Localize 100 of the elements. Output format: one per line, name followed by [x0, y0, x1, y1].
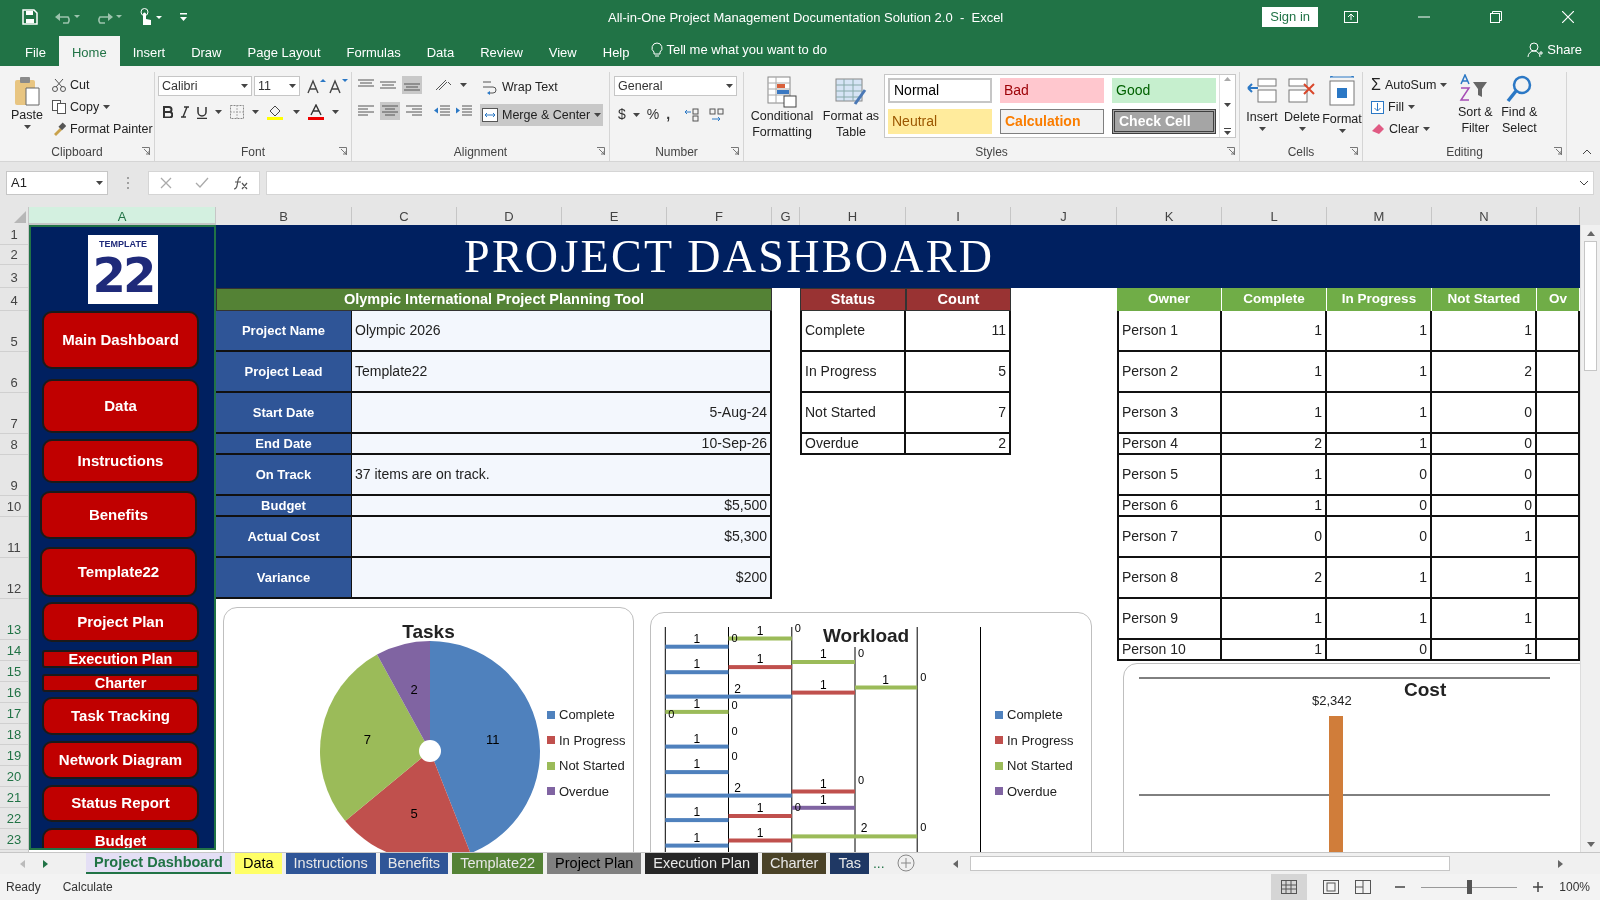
font-name-field[interactable]: Calibri [158, 76, 252, 96]
row-header[interactable]: 17 [0, 703, 28, 724]
wrap-text-button[interactable]: Wrap Text [502, 77, 558, 97]
row-header[interactable]: 20 [0, 766, 28, 787]
font-color-icon[interactable] [308, 104, 324, 120]
comma-button[interactable]: , [666, 104, 671, 125]
decrease-indent-icon[interactable] [434, 104, 450, 118]
sheet-tab[interactable]: Project Plan [547, 853, 642, 874]
row-header[interactable]: 15 [0, 661, 28, 682]
row-header[interactable]: 11 [0, 517, 28, 558]
dialog-launcher-icon[interactable] [1227, 147, 1235, 155]
zoom-level[interactable]: 100% [1559, 878, 1590, 896]
row-header[interactable]: 18 [0, 724, 28, 745]
row-header[interactable]: 16 [0, 682, 28, 703]
row-header[interactable]: 1 [0, 225, 28, 245]
row-header[interactable]: 12 [0, 558, 28, 599]
ribbon-button[interactable]: Delete [1284, 76, 1320, 143]
row-header[interactable]: 9 [0, 455, 28, 496]
gallery-more-icon[interactable] [1224, 128, 1231, 135]
dialog-launcher-icon[interactable] [597, 147, 605, 155]
sheet-tab[interactable]: Execution Plan [645, 853, 758, 874]
nav-button[interactable]: Charter [42, 674, 199, 692]
save-icon[interactable] [22, 9, 38, 25]
dialog-launcher-icon[interactable] [1554, 147, 1562, 155]
conditional-formatting-button[interactable]: Conditional Formatting [744, 108, 820, 140]
sort-filter-button[interactable]: Sort & Filter [1453, 104, 1498, 136]
autosum-button[interactable]: AutoSum [1384, 76, 1437, 95]
increase-font-icon[interactable] [306, 78, 326, 94]
insert-function-icon[interactable] [231, 175, 248, 191]
tell-me-field[interactable]: Tell me what you want to do [666, 39, 827, 60]
scroll-left-icon[interactable] [952, 859, 958, 868]
scroll-up-icon[interactable] [1586, 230, 1595, 236]
undo-icon[interactable] [54, 10, 80, 24]
cancel-icon[interactable] [160, 177, 173, 189]
cell-style-tile[interactable]: Normal [888, 78, 992, 103]
ribbon-button[interactable]: Format [1324, 76, 1360, 143]
sheet-tab[interactable]: Template22 [452, 853, 544, 874]
customize-toolbar-icon[interactable] [180, 13, 188, 21]
middle-align-icon[interactable] [380, 78, 396, 92]
find-select-button[interactable]: Find & Select [1497, 104, 1542, 136]
formula-input[interactable] [266, 171, 1594, 195]
ribbon-tab[interactable]: Data [413, 36, 468, 66]
row-header[interactable]: 4 [0, 288, 28, 311]
ribbon-tab[interactable]: Page Layout [234, 36, 334, 66]
normal-view-button[interactable] [1271, 874, 1308, 900]
horizontal-scrollbar[interactable] [969, 856, 1450, 871]
page-layout-icon[interactable] [1323, 880, 1340, 894]
row-header[interactable]: 13 [0, 599, 28, 640]
sheet-tab[interactable]: Project Dashboard [86, 853, 231, 874]
currency-button[interactable]: $ [618, 104, 626, 125]
dialog-launcher-icon[interactable] [731, 147, 739, 155]
nav-button[interactable]: Task Tracking [42, 697, 199, 735]
conditional-formatting-icon[interactable] [767, 76, 797, 108]
expand-icon[interactable] [1579, 180, 1589, 186]
align-right-icon[interactable] [406, 104, 422, 118]
sheet-tab[interactable]: Tas [830, 853, 869, 874]
format-painter-button[interactable]: Format Painter [70, 119, 153, 139]
fill-button[interactable]: Fill [1388, 97, 1404, 117]
nav-button[interactable]: Status Report [42, 785, 199, 822]
increase-decimal-icon[interactable] [683, 106, 702, 123]
nav-button[interactable]: Project Plan [42, 602, 199, 642]
nav-button[interactable]: Execution Plan [42, 650, 199, 668]
scissors-icon[interactable] [52, 78, 66, 93]
borders-icon[interactable] [230, 105, 244, 119]
ribbon-tab[interactable]: View [535, 36, 590, 66]
scroll-right-icon[interactable] [1557, 859, 1563, 868]
cell-style-tile[interactable]: Neutral [888, 109, 992, 134]
scroll-down-icon[interactable] [1586, 841, 1595, 847]
redo-icon[interactable] [96, 10, 122, 24]
ribbon-button[interactable]: Insert [1244, 76, 1280, 143]
scroll-up-icon[interactable] [1224, 77, 1231, 81]
more-sheets-button[interactable]: ... [868, 853, 889, 874]
wrap-text-icon[interactable] [482, 79, 498, 95]
ribbon-tab[interactable]: Help [589, 36, 643, 66]
font-size-field[interactable]: 11 [254, 76, 300, 96]
ribbon-tab[interactable]: File [12, 36, 59, 66]
nav-button[interactable]: Template22 [40, 547, 197, 597]
ribbon-display-icon[interactable] [1344, 11, 1358, 23]
number-format-field[interactable]: General [614, 76, 737, 96]
nav-button[interactable]: Network Diagram [42, 741, 199, 779]
row-header[interactable]: 5 [0, 311, 28, 352]
scroll-right-icon[interactable] [43, 859, 48, 868]
bold-icon[interactable] [163, 106, 173, 118]
copy-icon[interactable] [52, 100, 66, 115]
dialog-launcher-icon[interactable] [339, 147, 347, 155]
sheet-tab[interactable]: Charter [762, 853, 827, 874]
name-box[interactable]: A1 [6, 171, 108, 195]
row-header[interactable]: 23 [0, 829, 28, 850]
restore-icon[interactable] [1490, 11, 1502, 23]
underline-icon[interactable] [197, 105, 207, 119]
align-left-icon[interactable] [358, 104, 374, 118]
percent-button[interactable]: % [646, 104, 660, 125]
nav-button[interactable]: Data [42, 379, 199, 433]
sign-in-button[interactable]: Sign in [1262, 7, 1318, 27]
sheet-tab[interactable]: Instructions [285, 853, 376, 874]
close-icon[interactable] [1562, 11, 1574, 23]
cell-style-tile[interactable]: Bad [1000, 78, 1104, 103]
row-header[interactable]: 6 [0, 352, 28, 393]
column-header[interactable]: A [29, 207, 216, 225]
row-header[interactable]: 10 [0, 496, 28, 517]
